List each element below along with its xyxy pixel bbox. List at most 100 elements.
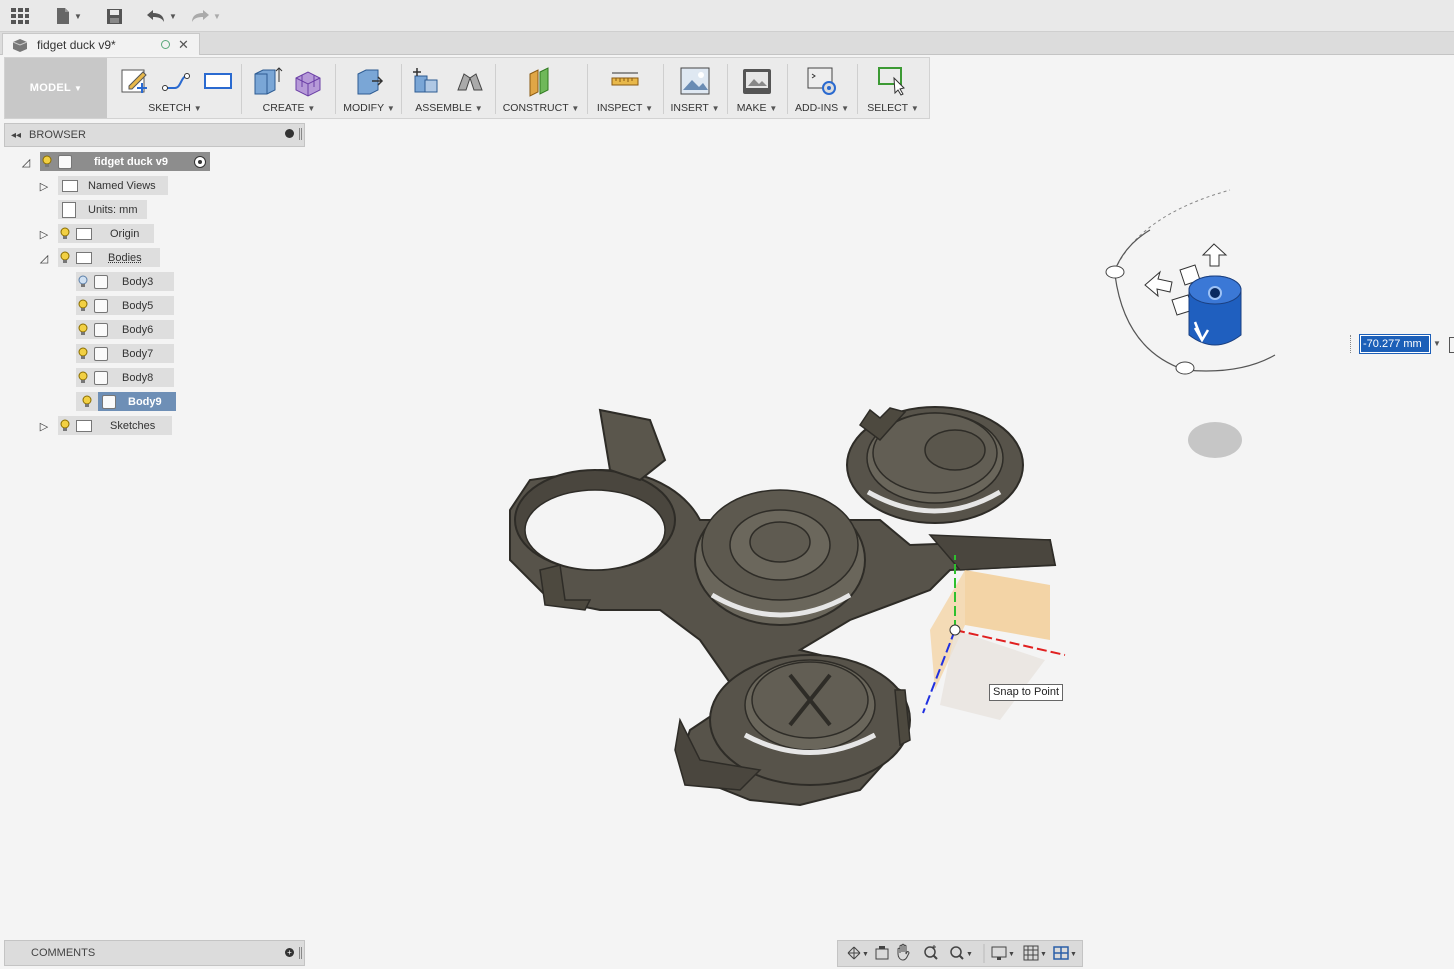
document-cube-icon xyxy=(12,38,28,52)
document-tab-title: fidget duck v9* xyxy=(37,37,116,52)
undo-button[interactable]: ▼ xyxy=(146,5,177,27)
lightbulb-icon[interactable] xyxy=(58,226,72,242)
lightbulb-icon[interactable] xyxy=(76,298,90,314)
comments-title: COMMENTS xyxy=(31,947,96,959)
orbit-tool-icon[interactable]: ▼ xyxy=(847,946,869,960)
create-group-label: CREATE xyxy=(262,102,305,114)
display-settings-icon[interactable]: ▼ xyxy=(991,946,1015,960)
expand-toggle-origin[interactable]: ▷ xyxy=(38,227,50,241)
expand-toggle-sketches[interactable]: ▷ xyxy=(38,419,50,433)
close-tab-icon[interactable]: ✕ xyxy=(178,37,189,53)
look-at-icon[interactable] xyxy=(875,946,889,960)
xy-plane-handle[interactable] xyxy=(965,570,1050,640)
orbit-handle[interactable] xyxy=(1105,265,1125,279)
arrow-left-icon[interactable] xyxy=(1144,270,1173,298)
redo-button[interactable]: ▼ xyxy=(190,5,221,27)
lightbulb-icon[interactable] xyxy=(58,250,72,266)
document-tab[interactable]: fidget duck v9* ✕ xyxy=(2,33,200,55)
3d-viewport[interactable] xyxy=(300,120,1450,930)
browser-node-origin[interactable]: Origin xyxy=(58,224,154,243)
chevron-down-icon: ▼ xyxy=(74,83,83,93)
panel-options-icon[interactable] xyxy=(285,129,294,138)
body-label: Body5 xyxy=(122,299,154,312)
browser-node-sketches[interactable]: Sketches xyxy=(58,416,172,435)
origin-point-handle[interactable] xyxy=(949,624,961,636)
grid-snap-icon[interactable]: ▼ xyxy=(1023,945,1047,961)
lightbulb-icon[interactable] xyxy=(76,392,98,411)
app-menu-button[interactable] xyxy=(10,5,30,27)
modify-group[interactable]: MODIFY ▼ xyxy=(337,58,401,118)
workspace-switcher[interactable]: MODEL ▼ xyxy=(5,58,107,118)
select-group[interactable]: SELECT ▼ xyxy=(859,58,927,118)
add-comment-icon[interactable]: + xyxy=(285,948,294,957)
zoom-icon[interactable] xyxy=(924,945,938,960)
root-node-label: fidget duck v9 xyxy=(94,155,168,168)
input-confirm-box[interactable] xyxy=(1449,337,1454,353)
arrow-up-icon[interactable] xyxy=(1201,243,1228,267)
collapse-panel-icon[interactable]: ◂◂ xyxy=(11,130,21,141)
make-group-label: MAKE xyxy=(736,102,767,114)
home-view-icon[interactable] xyxy=(1208,286,1222,300)
assemble-group[interactable]: ASSEMBLE ▼ xyxy=(403,58,495,118)
expand-toggle-bodies[interactable]: ◿ xyxy=(38,251,50,265)
browser-node-body[interactable]: Body7 xyxy=(76,344,174,363)
inspect-group[interactable]: INSPECT ▼ xyxy=(589,58,661,118)
add-ins-group[interactable]: ADD-INS ▼ xyxy=(789,58,855,118)
origin-label: Origin xyxy=(110,227,140,240)
fit-zoom-icon[interactable]: ▼ xyxy=(950,946,973,960)
browser-node-body[interactable]: Body3 xyxy=(76,272,174,291)
construct-group[interactable]: CONSTRUCT ▼ xyxy=(497,58,585,118)
pan-hand-icon[interactable] xyxy=(897,943,910,961)
new-component-icon xyxy=(413,68,438,93)
sketch-group[interactable]: SKETCH ▼ xyxy=(109,58,241,118)
browser-panel-header[interactable]: ◂◂ BROWSER xyxy=(4,123,305,147)
expand-toggle-named-views[interactable]: ▷ xyxy=(38,179,50,193)
sketches-label: Sketches xyxy=(110,419,156,432)
orbit-handle[interactable] xyxy=(1175,361,1195,375)
folder-icon xyxy=(76,251,92,264)
save-button[interactable] xyxy=(106,5,123,27)
distance-input-widget[interactable]: -70.277 mm ▼ xyxy=(1350,334,1454,354)
viewcube[interactable] xyxy=(1105,189,1276,458)
browser-node-units[interactable]: Units: mm xyxy=(58,200,147,219)
lightbulb-icon[interactable] xyxy=(40,154,54,170)
browser-node-body[interactable]: Body5 xyxy=(76,296,174,315)
lightbulb-icon[interactable] xyxy=(76,370,90,386)
xz-plane-handle[interactable] xyxy=(940,630,1045,720)
file-menu-button[interactable]: ▼ xyxy=(55,5,82,27)
ribbon-divider xyxy=(787,64,788,114)
browser-node-named-views[interactable]: Named Views xyxy=(58,176,168,195)
browser-node-bodies[interactable]: Bodies xyxy=(58,248,160,267)
lightbulb-icon[interactable] xyxy=(76,322,90,338)
chevron-down-icon[interactable]: ▼ xyxy=(1433,339,1441,348)
ribbon-divider xyxy=(335,64,336,114)
browser-node-body[interactable]: Body8 xyxy=(76,368,174,387)
viewports-icon[interactable]: ▼ xyxy=(1053,946,1077,960)
snap-tooltip: Snap to Point xyxy=(989,684,1064,701)
browser-node-body[interactable]: Body6 xyxy=(76,320,174,339)
lightbulb-icon[interactable] xyxy=(76,346,90,362)
body-label: Body9 xyxy=(128,395,162,408)
modify-group-label: MODIFY xyxy=(343,102,384,114)
press-pull-icon xyxy=(357,69,384,95)
insert-group[interactable]: INSERT ▼ xyxy=(665,58,725,118)
browser-node-body-selected[interactable]: Body9 xyxy=(76,392,178,411)
activate-component-icon[interactable] xyxy=(194,155,206,168)
insert-group-label: INSERT xyxy=(670,102,709,114)
browser-root-node[interactable]: fidget duck v9 xyxy=(40,152,210,171)
comments-panel-header[interactable]: COMMENTS + xyxy=(4,940,305,966)
create-group[interactable]: CREATE ▼ xyxy=(243,58,335,118)
panel-resize-handle[interactable] xyxy=(299,947,302,959)
scripts-addins-icon xyxy=(807,67,836,95)
ribbon-divider xyxy=(495,64,496,114)
grid-icon xyxy=(11,8,29,24)
body-label: Body3 xyxy=(122,275,154,288)
offset-plane-icon xyxy=(529,67,549,97)
distance-input[interactable]: -70.277 mm xyxy=(1359,334,1431,354)
body-icon xyxy=(94,346,108,361)
svg-text:▼: ▼ xyxy=(1008,951,1015,958)
expand-toggle-root[interactable]: ◿ xyxy=(20,155,32,169)
lightbulb-icon[interactable] xyxy=(58,418,72,434)
lightbulb-off-icon[interactable] xyxy=(76,274,90,290)
make-group[interactable]: MAKE ▼ xyxy=(729,58,785,118)
